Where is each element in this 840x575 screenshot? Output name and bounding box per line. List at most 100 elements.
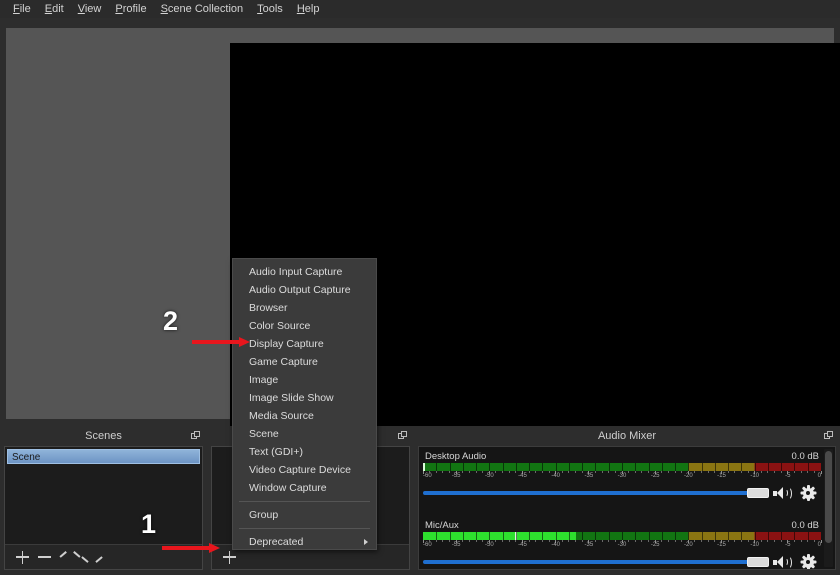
scale-tick-label: -50 [484,473,494,479]
scale-tick-label: 0 [817,473,821,479]
menu-item-label: Color Source [249,320,311,332]
volume-slider-mic-aux[interactable] [423,555,769,569]
audio-mixer-scrollbar[interactable] [824,449,833,567]
menu-item-label: Group [249,509,279,521]
menu-item-color-source[interactable]: Color Source [233,317,376,335]
mixer-channel-controls [423,484,821,502]
menu-item-audio-input-capture[interactable]: Audio Input Capture [233,263,376,281]
scale-tick-label: -60 [423,542,432,548]
menu-separator [239,501,370,502]
annotation-number-2: 2 [163,306,179,336]
mixer-channel-mic-aux: Mic/Aux 0.0 dB -60 -55 -50 -45 -40 -35 -30 -25-… [422,520,822,569]
menu-item-media-source[interactable]: Media Source [233,407,376,425]
scale-tick-label: -20 [683,542,693,548]
menu-edit-rest: dit [52,2,64,15]
mixer-channel-name: Desktop Audio [425,451,487,462]
preview-area[interactable] [0,18,840,429]
scale-tick-label: -10 [750,473,759,479]
menu-profile-mnemonic: P [115,2,123,15]
scale-tick-label: -25 [650,542,660,548]
gear-icon [800,554,816,569]
preview-backdrop [6,28,840,429]
menu-item-window-capture[interactable]: Window Capture [233,479,376,497]
scale-tick-label: -55 [451,473,461,479]
menu-view-rest: iew [84,2,102,15]
menu-profile-rest: rofile [122,2,147,15]
mixer-channel-header: Mic/Aux 0.0 dB [423,520,821,532]
mixer-channel-scale: -60 -55 -50 -45 -40 -35 -30 -25 -20 -15 -10 -5 0 [422,540,822,550]
settings-button-desktop-audio[interactable] [795,484,821,502]
scale-tick-label: -40 [551,473,560,479]
annotation-number-1: 1 [141,509,157,539]
mute-button-desktop-audio[interactable] [769,484,795,502]
scale-tick-label: -15 [717,473,726,479]
scenes-remove-button[interactable] [33,547,55,567]
menu-item-label: Image Slide Show [249,392,334,404]
scenes-move-up-button[interactable] [55,547,77,567]
scale-tick-label: -60 [423,473,432,479]
menu-item-scene[interactable]: Scene [233,425,376,443]
menu-item-label: Image [249,374,279,386]
menu-file[interactable]: File [6,1,38,18]
audio-mixer-dock: Audio Mixer Desktop Audio 0.0 dB -60 -55… [414,426,840,575]
scale-tick-label: -55 [451,542,461,548]
scenes-move-down-button[interactable] [77,547,99,567]
main-menu-bar: File Edit View Profile Scene Collection … [0,0,840,18]
menu-item-game-capture[interactable]: Game Capture [233,353,376,371]
menu-item-text-gdi[interactable]: Text (GDI+) [233,443,376,461]
obs-studio-window: File Edit View Profile Scene Collection … [0,0,840,575]
undock-icon-mixer[interactable] [824,431,833,440]
menu-item-label: Audio Output Capture [249,284,351,296]
undock-icon-scenes[interactable] [191,431,200,440]
audio-mixer-scrollbar-thumb[interactable] [825,451,832,543]
scene-list[interactable]: Scene [5,447,202,543]
scenes-add-button[interactable] [11,547,33,567]
settings-button-mic-aux[interactable] [795,553,821,569]
scale-tick-label: 0 [817,542,821,548]
mixer-channel-scale: -60 -55 -50 -45 -40 -35 -30 -25 -20 -15 -10 -5 0 [422,471,822,481]
mixer-channel-controls [423,553,821,569]
mixer-channel-meter [423,532,821,540]
menu-tools[interactable]: Tools [250,1,290,18]
menu-edit-mnemonic: E [44,2,53,15]
menu-item-browser[interactable]: Browser [233,299,376,317]
menu-item-display-capture[interactable]: Display Capture [233,335,376,353]
scale-tick-label: -30 [617,473,627,479]
undock-icon-sources[interactable] [398,431,407,440]
menu-item-label: Window Capture [249,482,327,494]
menu-item-image[interactable]: Image [233,371,376,389]
volume-slider-desktop-audio[interactable] [423,486,769,500]
speaker-icon [773,555,792,569]
annotation-arrow-2 [192,337,250,347]
menu-item-video-capture-device[interactable]: Video Capture Device [233,461,376,479]
menu-scene-collection-rest: cene Collection [167,2,244,15]
scene-list-item[interactable]: Scene [7,449,200,464]
sources-add-button[interactable] [218,547,240,567]
scale-tick-label: -25 [650,473,660,479]
scale-tick-label: -35 [584,473,594,479]
scale-tick-label: -15 [717,542,726,548]
menu-item-audio-output-capture[interactable]: Audio Output Capture [233,281,376,299]
scale-tick-label: -45 [518,542,527,548]
menu-profile[interactable]: Profile [108,1,153,18]
annotation-arrow-1 [162,543,220,553]
menu-help-mnemonic: H [296,2,305,15]
scale-tick-label: -10 [750,542,759,548]
scale-tick-label: -50 [484,542,494,548]
menu-scene-collection[interactable]: Scene Collection [154,1,251,18]
menu-item-label: Browser [249,302,288,314]
mute-button-mic-aux[interactable] [769,553,795,569]
menu-edit[interactable]: Edit [38,1,71,18]
menu-help-rest: elp [304,2,320,15]
menu-file-rest: ile [19,2,31,15]
scale-tick-label: -30 [617,542,627,548]
menu-file-mnemonic: F [13,2,20,15]
scenes-dock-title: Scenes [0,426,207,446]
menu-separator [239,528,370,529]
menu-view[interactable]: View [71,1,109,18]
menu-item-group[interactable]: Group [233,506,376,524]
menu-item-image-slide-show[interactable]: Image Slide Show [233,389,376,407]
menu-item-deprecated[interactable]: Deprecated [233,533,376,549]
menu-help[interactable]: Help [290,1,327,18]
add-source-menu[interactable]: Audio Input Capture Audio Output Capture B… [232,258,377,550]
